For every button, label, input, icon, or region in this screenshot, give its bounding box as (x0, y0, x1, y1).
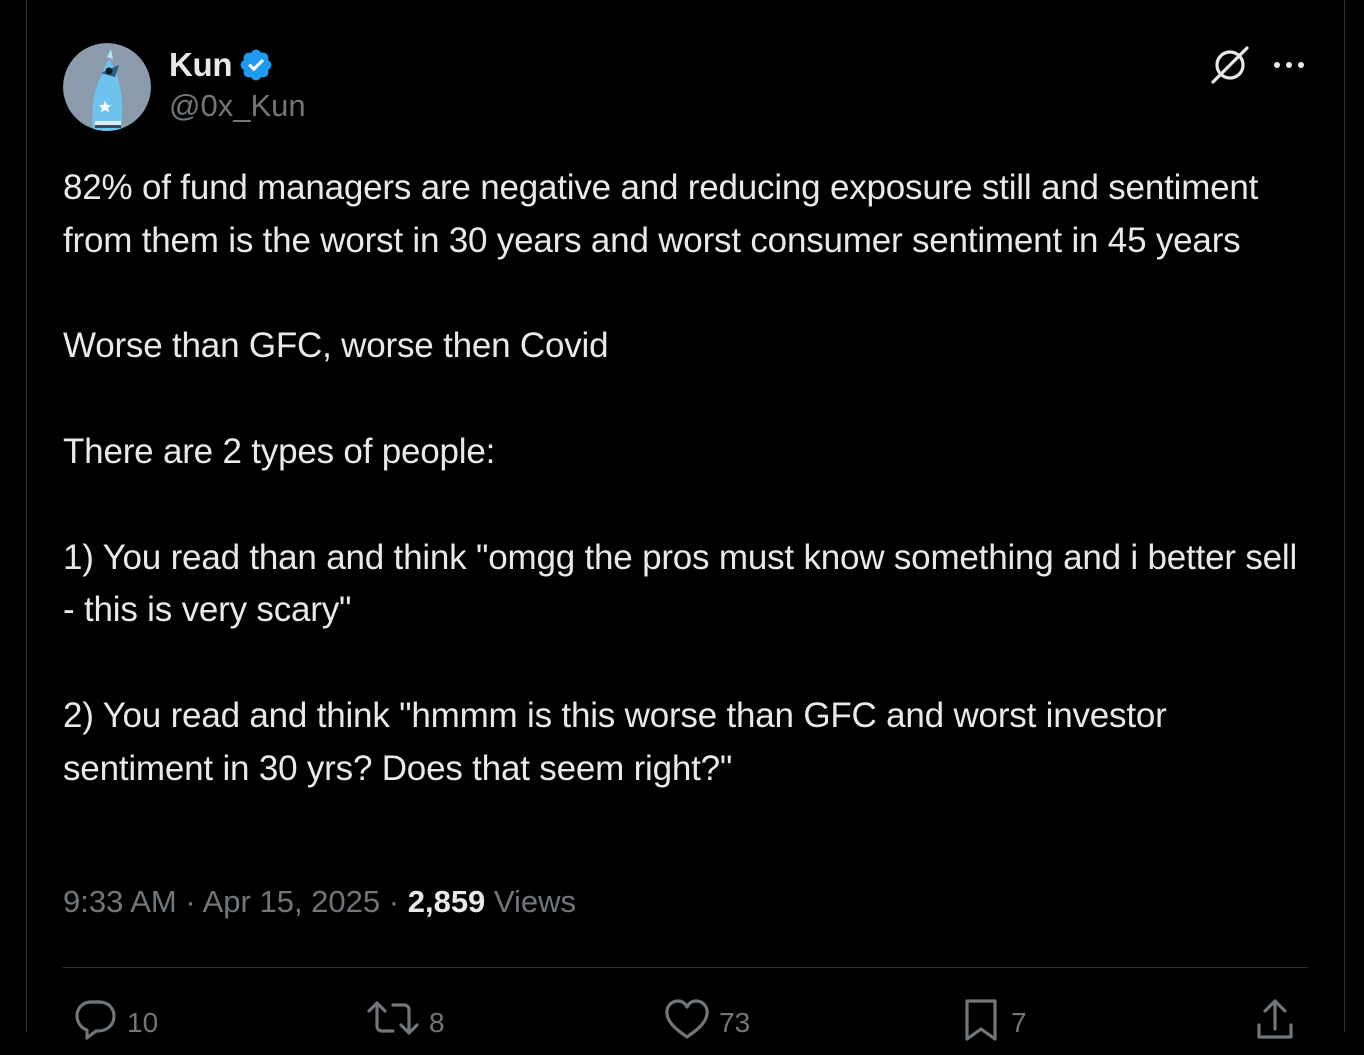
tweet-text: 82% of fund managers are negative and re… (63, 168, 1298, 788)
reply-icon (75, 1000, 116, 1040)
bookmark-icon (965, 999, 997, 1041)
like-button[interactable]: 73 (663, 995, 750, 1041)
verified-badge-icon (238, 47, 274, 83)
views-count[interactable]: 2,859 (408, 884, 486, 919)
meta-separator: · (185, 884, 196, 919)
more-options-icon[interactable] (1271, 50, 1307, 80)
author-display-name[interactable]: Kun (169, 46, 233, 84)
meta-separator: · (388, 884, 400, 919)
retweet-icon (367, 1001, 419, 1035)
tweet-detail: Kun @0x_Kun 82% of fund managers are neg… (63, 0, 1308, 1041)
bookmark-button[interactable]: 7 (959, 995, 1027, 1041)
grok-icon[interactable] (1209, 44, 1251, 86)
avatar[interactable] (63, 43, 151, 131)
action-bar: 10 8 73 7 (63, 995, 1308, 1055)
retweet-button[interactable]: 8 (365, 995, 445, 1041)
reply-button[interactable]: 10 (73, 995, 158, 1041)
share-button[interactable] (1253, 995, 1297, 1041)
column-border-right (1344, 0, 1345, 1032)
divider (63, 967, 1308, 968)
retweet-count: 8 (429, 1007, 445, 1038)
column-border-left (26, 0, 27, 1032)
like-icon (665, 999, 709, 1039)
reply-count: 10 (127, 1007, 159, 1038)
share-icon (1257, 999, 1293, 1039)
tweet-time[interactable]: 9:33 AM (63, 884, 177, 919)
author-name-row[interactable]: Kun (169, 44, 274, 86)
views-label: Views (493, 884, 577, 919)
like-count: 73 (719, 1007, 751, 1038)
author-handle[interactable]: @0x_Kun (169, 88, 306, 124)
tweet-meta: 9:33 AM · Apr 15, 2025 · 2,859 Views (63, 884, 576, 920)
bookmark-count: 7 (1011, 1007, 1027, 1038)
tweet-date[interactable]: Apr 15, 2025 (203, 884, 381, 919)
avatar-image (63, 43, 151, 131)
